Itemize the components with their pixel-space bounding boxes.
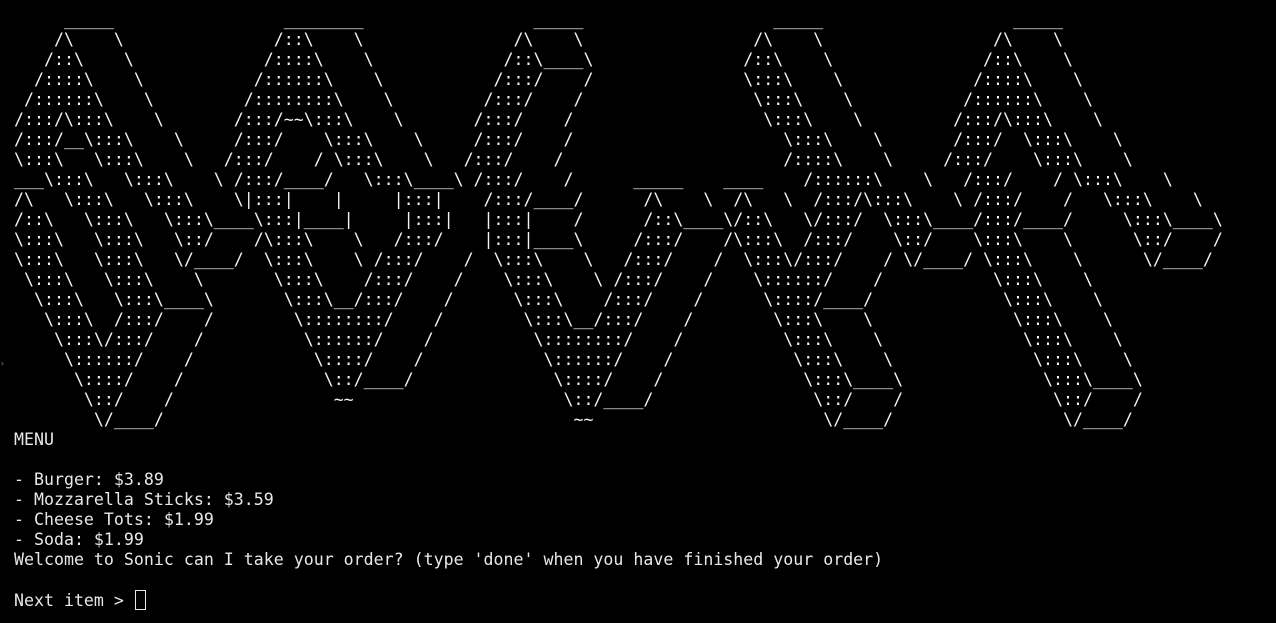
sonic-ascii-banner: _____ ________ _____ _____ _____ /\ \ /:… [14,10,1223,429]
menu-title: MENU [14,430,54,449]
edge-scroll-marker: › [0,359,5,368]
terminal-window[interactable]: _____ ________ _____ _____ _____ /\ \ /:… [14,10,1276,623]
menu-item-mozzarella-sticks: - Mozzarella Sticks: $3.59 [14,490,274,509]
text-cursor [134,590,146,610]
menu-item-cheese-tots: - Cheese Tots: $1.99 [14,510,214,529]
menu-item-burger: - Burger: $3.89 [14,470,164,489]
welcome-message: Welcome to Sonic can I take your order? … [14,550,884,569]
prompt-label: Next item > [14,591,134,610]
menu-item-soda: - Soda: $1.99 [14,530,144,549]
order-prompt[interactable]: Next item > [14,590,1276,610]
